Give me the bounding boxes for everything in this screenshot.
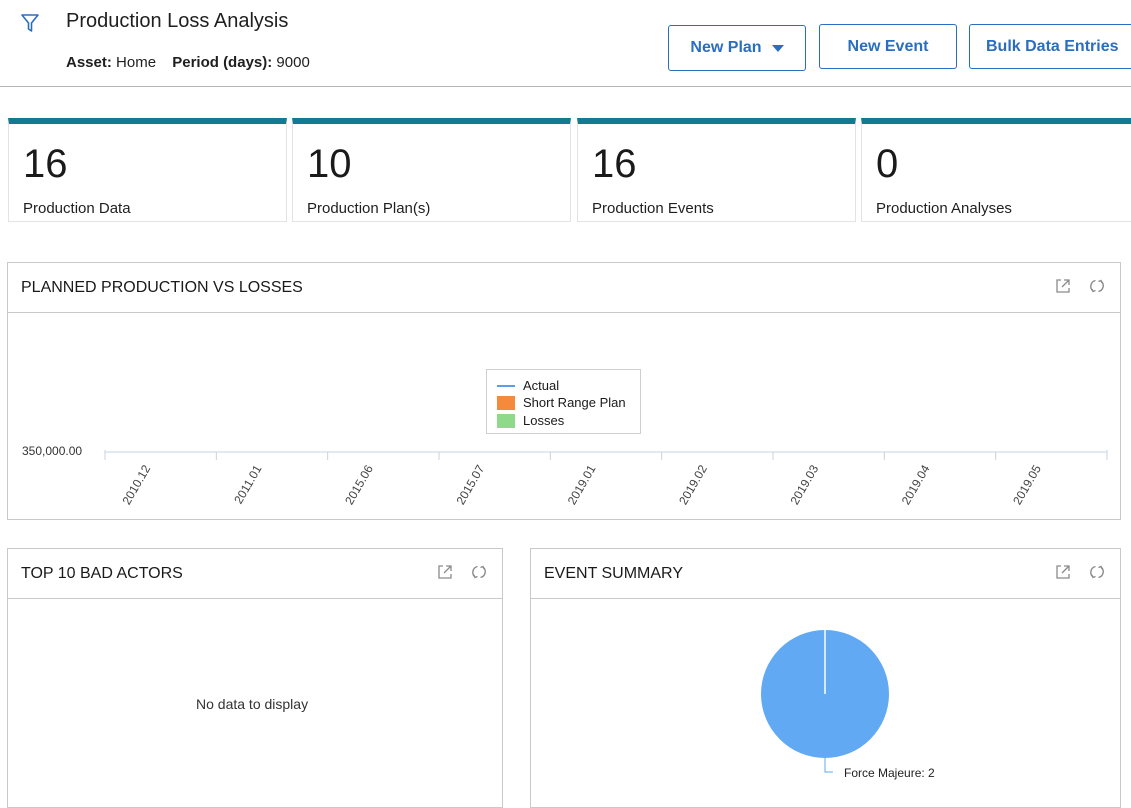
panel-title: EVENT SUMMARY bbox=[544, 565, 683, 582]
x-tick-label: 2011.01 bbox=[231, 462, 265, 506]
x-tick-label: 2019.05 bbox=[1010, 462, 1044, 507]
y-tick-label: 350,000.00 bbox=[22, 444, 82, 458]
legend-item-short-range-plan[interactable]: Short Range Plan bbox=[497, 395, 626, 410]
legend-item-losses[interactable]: Losses bbox=[497, 413, 564, 428]
x-tick-label: 2019.01 bbox=[565, 462, 599, 507]
refresh-icon[interactable] bbox=[470, 563, 488, 581]
external-link-icon[interactable] bbox=[1054, 563, 1072, 581]
panel-actions bbox=[436, 563, 488, 581]
chart-legend: Actual Short Range Plan Losses bbox=[486, 369, 641, 434]
x-tick-label: 2010.12 bbox=[119, 462, 153, 507]
x-tick-label: 2015.07 bbox=[453, 462, 487, 507]
legend-label: Losses bbox=[523, 413, 565, 428]
external-link-icon[interactable] bbox=[436, 563, 454, 581]
legend-item-actual[interactable]: Actual bbox=[497, 378, 559, 393]
panel-title: TOP 10 BAD ACTORS bbox=[21, 565, 183, 582]
x-tick-label: 2019.02 bbox=[676, 462, 710, 507]
panel-header: TOP 10 BAD ACTORS bbox=[8, 549, 502, 599]
bad-actors-panel: TOP 10 BAD ACTORS No data to display bbox=[7, 548, 503, 808]
legend-swatch-actual bbox=[497, 384, 515, 387]
panel-header: EVENT SUMMARY bbox=[531, 549, 1120, 599]
x-tick-label: 2015.06 bbox=[342, 462, 376, 507]
event-summary-panel: EVENT SUMMARY bbox=[530, 548, 1121, 808]
legend-label: Short Range Plan bbox=[523, 395, 626, 410]
legend-swatch-losses bbox=[497, 413, 515, 428]
legend-swatch-short-range-plan bbox=[497, 395, 515, 410]
x-tick-label: 2019.04 bbox=[899, 462, 933, 507]
panel-actions bbox=[1054, 563, 1106, 581]
x-tick-label: 2019.03 bbox=[787, 462, 821, 507]
no-data-message: No data to display bbox=[196, 696, 309, 712]
refresh-icon[interactable] bbox=[1088, 563, 1106, 581]
legend-label: Actual bbox=[523, 378, 560, 393]
